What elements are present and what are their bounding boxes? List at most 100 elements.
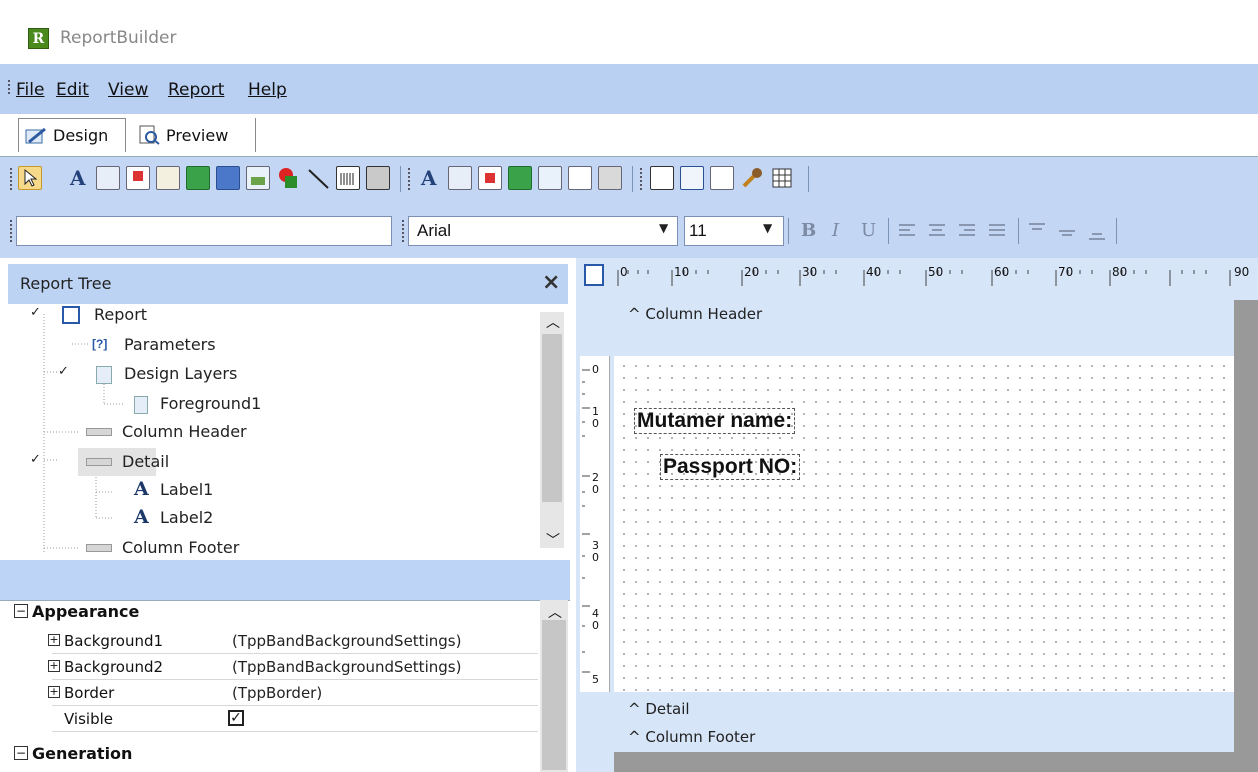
select-pointer-button[interactable]: [18, 166, 42, 190]
format-toolbar-grip[interactable]: [10, 220, 12, 242]
page-break-tool-button[interactable]: [710, 166, 734, 190]
menu-grip[interactable]: [8, 80, 10, 94]
expand-icon[interactable]: +: [48, 634, 60, 646]
tree-node-parameters[interactable]: Parameters: [124, 335, 216, 354]
underline-button[interactable]: U: [856, 220, 880, 244]
collapse-icon[interactable]: −: [14, 746, 28, 760]
variable-tool-button[interactable]: [186, 166, 210, 190]
picture-tool-button[interactable]: [246, 166, 270, 190]
align-top-button[interactable]: [1026, 220, 1050, 244]
detail-band-canvas[interactable]: [614, 356, 1234, 692]
label-passport-no[interactable]: Passport NO:: [660, 454, 801, 480]
component-select-combo[interactable]: [16, 216, 392, 246]
scroll-down-icon[interactable]: ﹀: [546, 530, 560, 550]
chevron-down-icon[interactable]: ✓: [30, 305, 41, 320]
band-column-header[interactable]: ^ Column Header: [628, 305, 762, 323]
italic-button[interactable]: I: [826, 220, 850, 244]
chevron-down-icon[interactable]: ✓: [58, 364, 69, 379]
tree-node-report[interactable]: Report: [94, 305, 147, 324]
tree-splitter[interactable]: [0, 560, 570, 600]
paintbrush-tool-button[interactable]: [740, 166, 764, 190]
tree-node-design-layers[interactable]: Design Layers: [124, 364, 237, 383]
font-name-combo[interactable]: Arial ▼: [408, 216, 678, 246]
toolbar-grip-3[interactable]: [640, 168, 642, 190]
expand-icon[interactable]: +: [48, 660, 60, 672]
barcode-tool-button[interactable]: [336, 166, 360, 190]
tree-node-column-header[interactable]: Column Header: [122, 422, 247, 441]
db2dbarcode-tool-button[interactable]: [598, 166, 622, 190]
property-row[interactable]: + Background2 (TppBandBackgroundSettings…: [48, 654, 538, 680]
menu-report[interactable]: Report: [168, 80, 224, 100]
shape-tool-button[interactable]: [276, 166, 300, 190]
menu-file[interactable]: File: [16, 80, 44, 100]
tree-node-column-footer[interactable]: Column Footer: [122, 538, 239, 556]
toolbar-grip-2[interactable]: [408, 168, 410, 190]
align-right-button[interactable]: [956, 220, 980, 244]
tree-node-label1[interactable]: Label1: [160, 480, 213, 499]
dbrichtext-tool-button[interactable]: [478, 166, 502, 190]
system-variable-button[interactable]: [156, 166, 180, 190]
tree-scrollbar-thumb[interactable]: [542, 334, 562, 502]
menu-edit[interactable]: Edit: [56, 80, 89, 100]
ruler-units-icon[interactable]: [584, 264, 604, 286]
property-name: Background1: [64, 632, 164, 650]
tree-node-foreground1[interactable]: Foreground1: [160, 394, 261, 413]
image-tool-button[interactable]: [216, 166, 240, 190]
property-value[interactable]: (TppBorder): [232, 684, 322, 702]
font-size-combo[interactable]: 11 ▼: [684, 216, 784, 246]
dbtext-tool-button[interactable]: A: [418, 166, 442, 190]
design-pencil-icon: [25, 127, 46, 143]
band-detail[interactable]: ^ Detail: [628, 700, 690, 718]
collapse-icon[interactable]: −: [14, 604, 28, 618]
dbcalc-tool-button[interactable]: [508, 166, 532, 190]
bold-button[interactable]: B: [796, 220, 820, 244]
font-name-dropdown-icon[interactable]: ▼: [659, 221, 668, 235]
format-separator: [788, 218, 789, 244]
justify-button[interactable]: [986, 220, 1010, 244]
menu-help[interactable]: Help: [248, 80, 287, 100]
tree-node-detail[interactable]: Detail: [122, 452, 169, 471]
label-tool-button[interactable]: A: [66, 166, 90, 190]
report-tree-title: Report Tree: [20, 274, 112, 293]
richtext-tool-button[interactable]: [126, 166, 150, 190]
category-appearance[interactable]: Appearance: [32, 602, 139, 621]
dbmemo-tool-button[interactable]: [448, 166, 472, 190]
tree-node-label2[interactable]: Label2: [160, 508, 213, 527]
property-scrollbar-thumb[interactable]: [542, 620, 566, 770]
crosstab-tool-button[interactable]: [770, 166, 794, 190]
align-bottom-button[interactable]: [1086, 220, 1110, 244]
toolbar-grip[interactable]: [10, 168, 12, 190]
line-tool-button[interactable]: [306, 166, 330, 190]
dbbarcode-tool-button[interactable]: [568, 166, 592, 190]
dbimage-tool-button[interactable]: [538, 166, 562, 190]
memo-tool-button[interactable]: [96, 166, 120, 190]
scroll-up-icon[interactable]: ︿: [548, 602, 562, 622]
tab-design[interactable]: Design: [18, 118, 126, 152]
label-mutamer-name[interactable]: Mutamer name:: [634, 408, 796, 434]
menu-view[interactable]: View: [108, 80, 148, 100]
align-left-button[interactable]: [896, 220, 920, 244]
2d-barcode-button[interactable]: [366, 166, 390, 190]
chevron-down-icon[interactable]: ✓: [30, 452, 41, 467]
property-row[interactable]: Visible ✓: [52, 706, 538, 732]
expand-icon[interactable]: +: [48, 686, 60, 698]
property-row[interactable]: + Background1 (TppBandBackgroundSettings…: [48, 628, 538, 654]
property-value[interactable]: (TppBandBackgroundSettings): [232, 632, 461, 650]
property-row[interactable]: + Border (TppBorder): [48, 680, 538, 706]
font-size-dropdown-icon[interactable]: ▼: [763, 221, 772, 235]
tab-preview[interactable]: Preview: [132, 118, 256, 152]
scroll-up-icon[interactable]: ︿: [546, 312, 560, 332]
preview-page-icon: [139, 125, 160, 145]
align-center-button[interactable]: [926, 220, 950, 244]
region-tool-button[interactable]: [650, 166, 674, 190]
layer-icon: [134, 396, 148, 414]
subreport-tool-button[interactable]: [680, 166, 704, 190]
close-icon[interactable]: ×: [542, 270, 560, 295]
align-middle-button[interactable]: [1056, 220, 1080, 244]
band-column-footer[interactable]: ^ Column Footer: [628, 728, 755, 746]
property-value[interactable]: (TppBandBackgroundSettings): [232, 658, 461, 676]
category-generation[interactable]: Generation: [32, 744, 132, 763]
visible-checkbox[interactable]: ✓: [228, 710, 244, 726]
font-toolbar-grip[interactable]: [402, 220, 404, 242]
shapes-icon: [279, 168, 297, 188]
